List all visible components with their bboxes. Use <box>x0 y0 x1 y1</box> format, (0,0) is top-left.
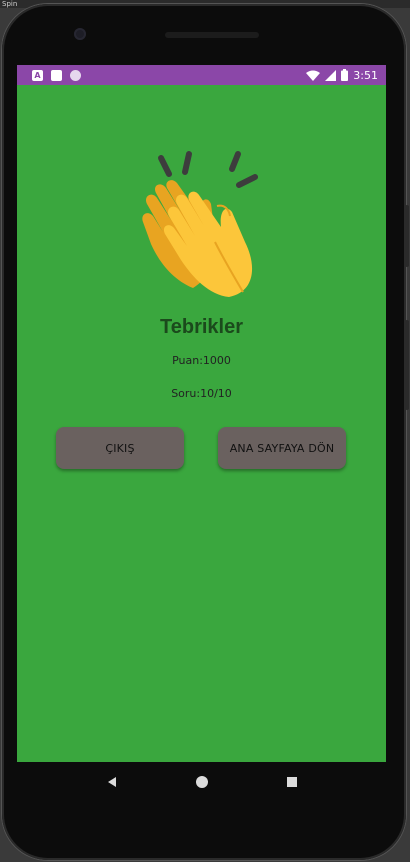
recents-icon[interactable] <box>286 776 298 788</box>
status-time: 3:51 <box>353 68 378 82</box>
home-circle-icon[interactable] <box>195 775 209 789</box>
clapping-hands-icon <box>129 150 275 300</box>
navigation-bar <box>17 762 386 802</box>
a-letter-icon: A <box>32 69 43 81</box>
sd-card-icon <box>51 69 62 81</box>
back-icon[interactable] <box>106 776 118 788</box>
wifi-icon <box>306 70 321 81</box>
sync-circle-icon <box>70 69 81 81</box>
question-count-text: Soru:10/10 <box>171 387 232 400</box>
app-screen: A 3:51 Tebrikler Puan:1000 Soru:10/10 ÇI… <box>17 65 386 762</box>
return-home-button[interactable]: ANA SAYFAYA DÖN <box>218 427 346 469</box>
power-button[interactable] <box>405 320 409 410</box>
exit-button[interactable]: ÇIKIŞ <box>56 427 184 469</box>
score-text: Puan:1000 <box>172 354 231 367</box>
earpiece-speaker <box>165 32 259 38</box>
battery-icon <box>341 69 349 81</box>
volume-button[interactable] <box>405 205 409 267</box>
signal-icon <box>325 69 337 81</box>
front-camera <box>74 28 86 40</box>
top-strip-label: Spin <box>2 0 18 8</box>
page-title: Tebrikler <box>160 316 243 338</box>
status-bar: A 3:51 <box>17 65 386 85</box>
